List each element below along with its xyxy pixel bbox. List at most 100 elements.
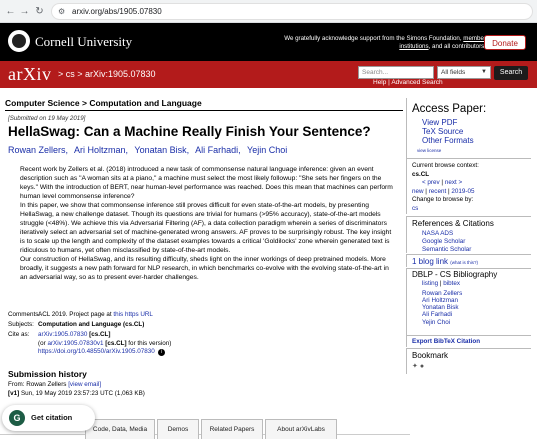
tab-related-papers[interactable]: Related Papers <box>201 419 263 439</box>
browse-context: Current browse context: cs.CL < prev | n… <box>406 158 531 214</box>
site-info-icon[interactable]: ⚙ <box>58 7 68 17</box>
metadata-table: Comments: ACL 2019. Project page at this … <box>8 311 398 357</box>
ack-text: We gratefully acknowledge support from t… <box>284 35 464 42</box>
citeas-v1-link[interactable]: arXiv:1905.07830v1 <box>47 340 103 347</box>
get-citation-label: Get citation <box>31 413 73 422</box>
submission-date: [Submitted on 19 May 2019] <box>8 115 86 122</box>
browse-category: cs.CL <box>412 170 430 178</box>
tab-code-data-media[interactable]: Code, Data, Media <box>85 419 155 439</box>
reddit-icon[interactable]: ● <box>420 363 424 370</box>
from-label: From: Rowan Zellers <box>8 381 69 388</box>
author-link[interactable]: Yonatan Bisk, <box>134 145 189 155</box>
abstract-paragraph: Our construction of HellaSwag, and its r… <box>20 256 389 281</box>
browse-cs-link[interactable]: cs <box>412 205 418 212</box>
dblp-author-link[interactable]: Rowan Zellers <box>422 290 462 297</box>
version-label: [v1] <box>8 390 20 397</box>
back-arrow-icon[interactable]: ← <box>4 5 17 18</box>
search-input[interactable]: Search... <box>358 66 434 79</box>
member-link[interactable]: member <box>463 35 486 42</box>
month-link[interactable]: 2019-05 <box>451 188 474 195</box>
comments-key: Comments: <box>8 311 41 318</box>
change-browse-label: Change to browse by: <box>412 196 474 203</box>
cornell-banner: Cornell University We gratefully acknowl… <box>0 23 537 61</box>
recent-link[interactable]: recent <box>429 188 447 195</box>
search-field-select[interactable]: All fields ▼ <box>437 66 491 79</box>
version-entry: [v1] Sun, 19 May 2019 23:57:23 UTC (1,06… <box>8 390 145 397</box>
blog-link[interactable]: 1 blog link <box>412 257 448 266</box>
subjects-value: Computation and Language (cs.CL) <box>38 320 145 328</box>
institutions-link[interactable]: institutions <box>399 43 428 50</box>
blog-what-link[interactable]: (what is this?) <box>450 260 478 265</box>
ack-suffix: , and all contributors. <box>428 43 486 50</box>
other-formats-link[interactable]: Other Formats <box>422 136 474 145</box>
citation-icon: G <box>9 410 25 426</box>
comments-value: ACL 2019. Project page at this https URL <box>38 311 153 318</box>
arxiv-logo[interactable]: arXiv <box>8 64 51 85</box>
prev-link[interactable]: < prev <box>422 179 440 186</box>
authors-list: Rowan Zellers, Ari Holtzman, Yonatan Bis… <box>8 145 291 155</box>
license-link[interactable]: view license <box>417 148 441 153</box>
info-icon[interactable]: i <box>157 349 165 356</box>
bibsonomy-icon[interactable]: ✦ <box>412 363 418 370</box>
bookmark-box: Bookmark ✦ ● <box>406 348 531 374</box>
references-title: References & Citations <box>412 219 494 228</box>
chevron-down-icon: ▼ <box>481 69 487 75</box>
tex-source-link[interactable]: TeX Source <box>422 127 463 136</box>
project-page-link[interactable]: this https URL <box>113 311 153 318</box>
page-title: HellaSwag: Can a Machine Really Finish Y… <box>8 124 371 139</box>
forward-arrow-icon[interactable]: → <box>18 5 31 18</box>
nasa-ads-link[interactable]: NASA ADS <box>422 230 453 237</box>
access-title: Access Paper: <box>412 103 487 115</box>
citeas-v1-category: [cs.CL] <box>103 339 127 347</box>
search-button[interactable]: Search <box>494 66 528 80</box>
doi-link[interactable]: https://doi.org/10.48550/arXiv.1905.0783… <box>38 348 155 355</box>
semantic-scholar-link[interactable]: Semantic Scholar <box>422 246 471 253</box>
google-scholar-link[interactable]: Google Scholar <box>422 238 465 245</box>
subjects-key: Subjects: <box>8 320 34 328</box>
browse-context-label: Current browse context: <box>412 162 479 169</box>
next-link[interactable]: next > <box>445 179 462 186</box>
access-links: View PDF TeX Source Other Formats <box>422 118 474 145</box>
dblp-author-link[interactable]: Ari Holtzman <box>422 297 458 304</box>
tab-about-arxivlabs[interactable]: About arXivLabs <box>265 419 337 439</box>
author-link[interactable]: Ari Holtzman, <box>74 145 128 155</box>
help-links: Help | Advanced Search <box>373 79 513 86</box>
address-bar[interactable]: ⚙ arxiv.org/abs/1905.07830 <box>51 3 533 20</box>
acknowledgement: We gratefully acknowledge support from t… <box>266 35 486 51</box>
view-pdf-link[interactable]: View PDF <box>422 118 457 127</box>
bookmark-title: Bookmark <box>412 351 449 360</box>
abstract-paragraph: In this paper, we show that commonsense … <box>20 202 392 254</box>
citeas-link[interactable]: arXiv:1905.07830 <box>38 331 87 338</box>
references-box: References & Citations NASA ADS Google S… <box>406 216 531 253</box>
blog-box: 1 blog link (what is this?) <box>406 254 531 267</box>
help-link[interactable]: Help <box>373 79 386 86</box>
submitted-from: From: Rowan Zellers [view email] <box>8 381 101 388</box>
tab-demos[interactable]: Demos <box>157 419 199 439</box>
view-email-link[interactable]: [view email] <box>68 381 101 388</box>
advanced-search-link[interactable]: Advanced Search <box>391 79 442 86</box>
breadcrumb[interactable]: > cs > arXiv:1905.07830 <box>58 69 156 79</box>
dblp-author-link[interactable]: Yonatan Bisk <box>422 304 459 311</box>
cornell-seal-icon[interactable] <box>8 30 30 52</box>
dblp-author-link[interactable]: Ali Farhadi <box>422 311 452 318</box>
new-link[interactable]: new <box>412 188 424 195</box>
get-citation-button[interactable]: G Get citation <box>2 405 95 431</box>
citeas-key: Cite as: <box>8 331 30 338</box>
dblp-author-link[interactable]: Yejin Choi <box>422 319 450 326</box>
author-link[interactable]: Rowan Zellers, <box>8 145 68 155</box>
dblp-bibtex-link[interactable]: bibtex <box>443 280 460 287</box>
browser-toolbar: ← → ↻ ⚙ arxiv.org/abs/1905.07830 <box>0 0 537 23</box>
author-link[interactable]: Ali Farhadi, <box>195 145 241 155</box>
export-bibtex-box: Export BibTeX Citation <box>406 335 531 347</box>
export-bibtex-link[interactable]: Export BibTeX Citation <box>412 338 480 345</box>
cornell-name[interactable]: Cornell University <box>35 34 132 50</box>
dblp-box: DBLP - CS Bibliography listing | bibtex … <box>406 268 531 335</box>
field-select-value: All fields <box>441 69 466 76</box>
dblp-title: DBLP - CS Bibliography <box>412 270 498 279</box>
reload-icon[interactable]: ↻ <box>33 5 46 18</box>
submission-history-heading: Submission history <box>8 369 87 379</box>
donate-button[interactable]: Donate <box>484 35 526 50</box>
dblp-listing-link[interactable]: listing <box>422 280 438 287</box>
author-link[interactable]: Yejin Choi <box>247 145 287 155</box>
citeas-category: [cs.CL] <box>87 331 111 338</box>
